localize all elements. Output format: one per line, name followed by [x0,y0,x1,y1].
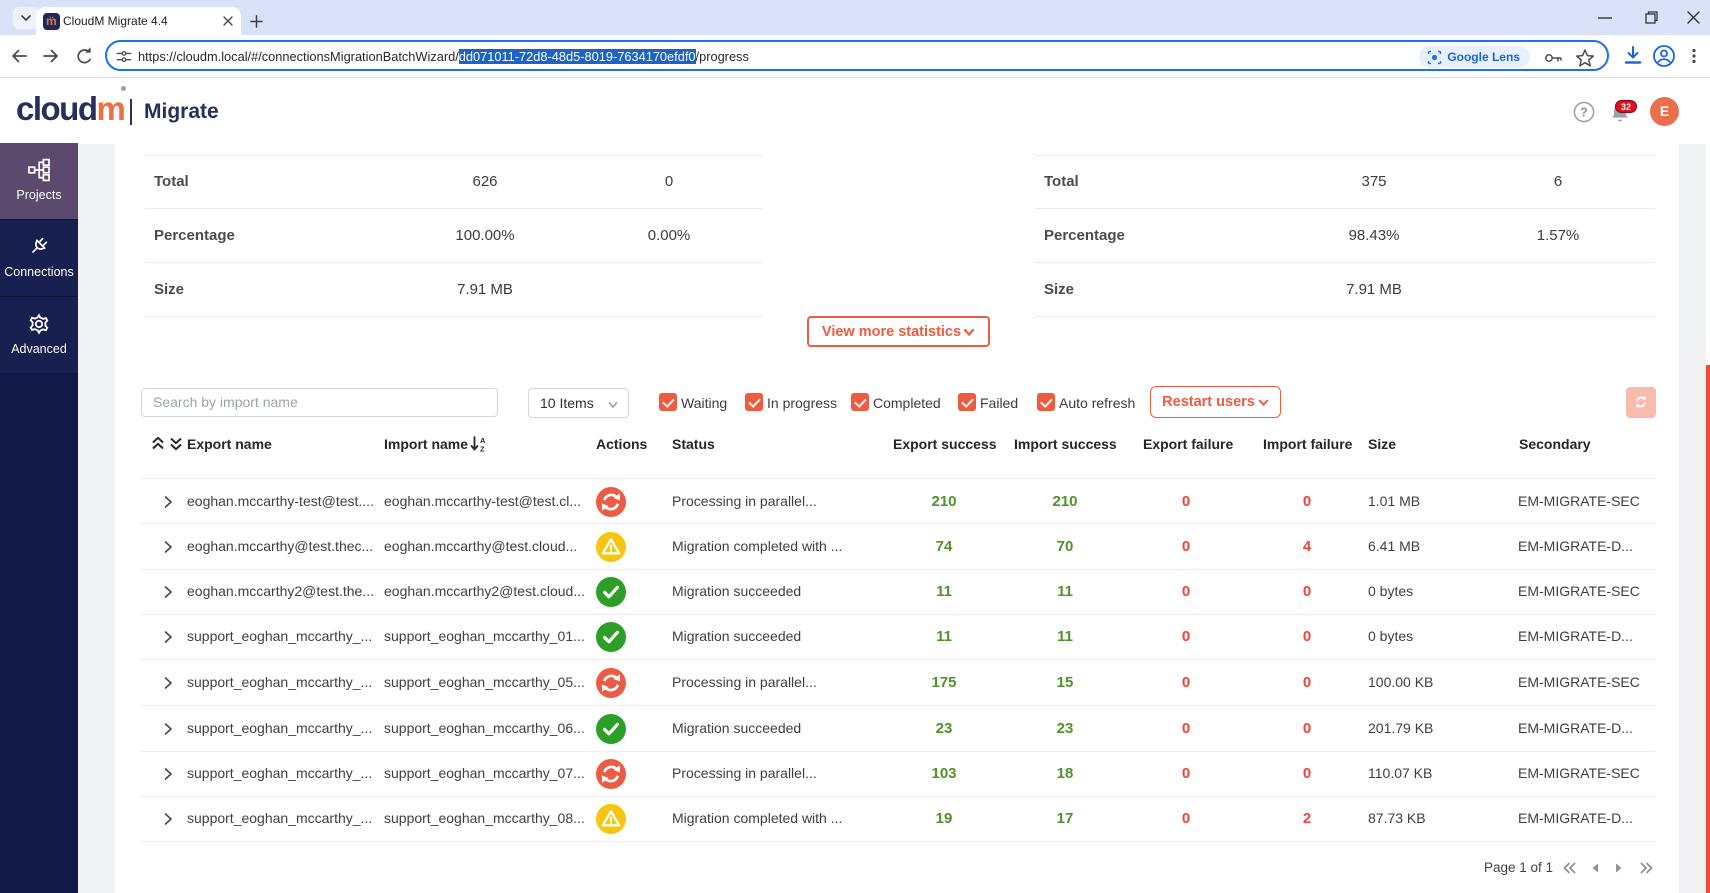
svg-text:Z: Z [480,445,485,453]
svg-text:?: ? [1580,105,1588,119]
